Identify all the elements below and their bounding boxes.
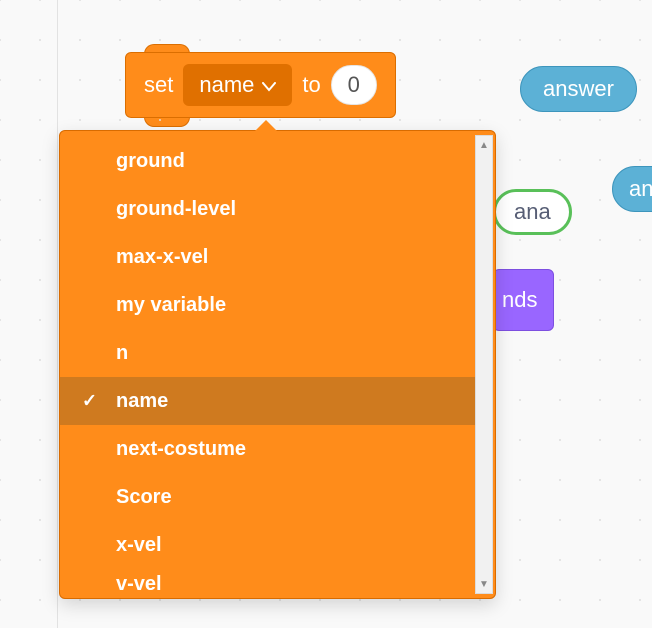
dropdown-item-label: v-vel bbox=[116, 573, 162, 592]
check-icon: ✓ bbox=[82, 391, 97, 412]
dropdown-item-label: my variable bbox=[116, 294, 226, 317]
dropdown-item[interactable]: next-costume bbox=[60, 425, 476, 473]
answer-reporter-block[interactable]: answer bbox=[520, 66, 637, 112]
looks-block[interactable]: nds bbox=[493, 269, 554, 331]
scroll-up-arrow-icon[interactable]: ▲ bbox=[476, 136, 492, 154]
dropdown-list: ground ground-level max-x-vel my variable n ✓… bbox=[60, 137, 476, 592]
dropdown-item-label: Score bbox=[116, 486, 172, 509]
dropdown-item-label: name bbox=[116, 390, 168, 413]
chevron-down-icon bbox=[262, 72, 276, 98]
variable-dropdown[interactable]: name bbox=[183, 64, 292, 106]
value-text: 0 bbox=[348, 72, 360, 98]
answer-label: answer bbox=[543, 76, 614, 102]
dropdown-item-label: max-x-vel bbox=[116, 246, 208, 269]
dropdown-item-label: ground bbox=[116, 150, 185, 173]
dropdown-item-label: ground-level bbox=[116, 198, 236, 221]
scroll-thumb[interactable] bbox=[478, 154, 490, 354]
dropdown-item-label: next-costume bbox=[116, 438, 246, 461]
set-label: set bbox=[144, 72, 173, 98]
dropdown-item[interactable]: Score bbox=[60, 473, 476, 521]
dropdown-item[interactable]: my variable bbox=[60, 281, 476, 329]
set-variable-block[interactable]: set name to 0 bbox=[125, 52, 396, 118]
scroll-down-arrow-icon[interactable]: ▼ bbox=[476, 575, 492, 593]
dropdown-item-label: n bbox=[116, 342, 128, 365]
answer-reporter-block-2[interactable]: ans bbox=[612, 166, 652, 212]
dropdown-item[interactable]: v-vel bbox=[60, 569, 476, 592]
to-label: to bbox=[302, 72, 320, 98]
dropdown-item-label: x-vel bbox=[116, 534, 162, 557]
variable-name: name bbox=[199, 72, 254, 98]
looks-block-fragment: nds bbox=[502, 287, 537, 313]
dropdown-item[interactable]: x-vel bbox=[60, 521, 476, 569]
dropdown-item[interactable]: ✓ name bbox=[60, 377, 476, 425]
scrollbar[interactable]: ▲ ▼ bbox=[475, 135, 493, 594]
dropdown-item[interactable]: n bbox=[60, 329, 476, 377]
answer-label-2: ans bbox=[629, 176, 652, 202]
dropdown-item[interactable]: max-x-vel bbox=[60, 233, 476, 281]
dropdown-item[interactable]: ground-level bbox=[60, 185, 476, 233]
text-input-slot[interactable]: ana bbox=[493, 189, 572, 235]
dropdown-item[interactable]: ground bbox=[60, 137, 476, 185]
variable-dropdown-menu[interactable]: ground ground-level max-x-vel my variable n ✓… bbox=[59, 130, 496, 599]
toolbox-divider bbox=[57, 0, 58, 628]
dropdown-pointer bbox=[255, 120, 277, 131]
text-input-fragment: ana bbox=[514, 199, 551, 225]
value-input[interactable]: 0 bbox=[331, 65, 377, 105]
